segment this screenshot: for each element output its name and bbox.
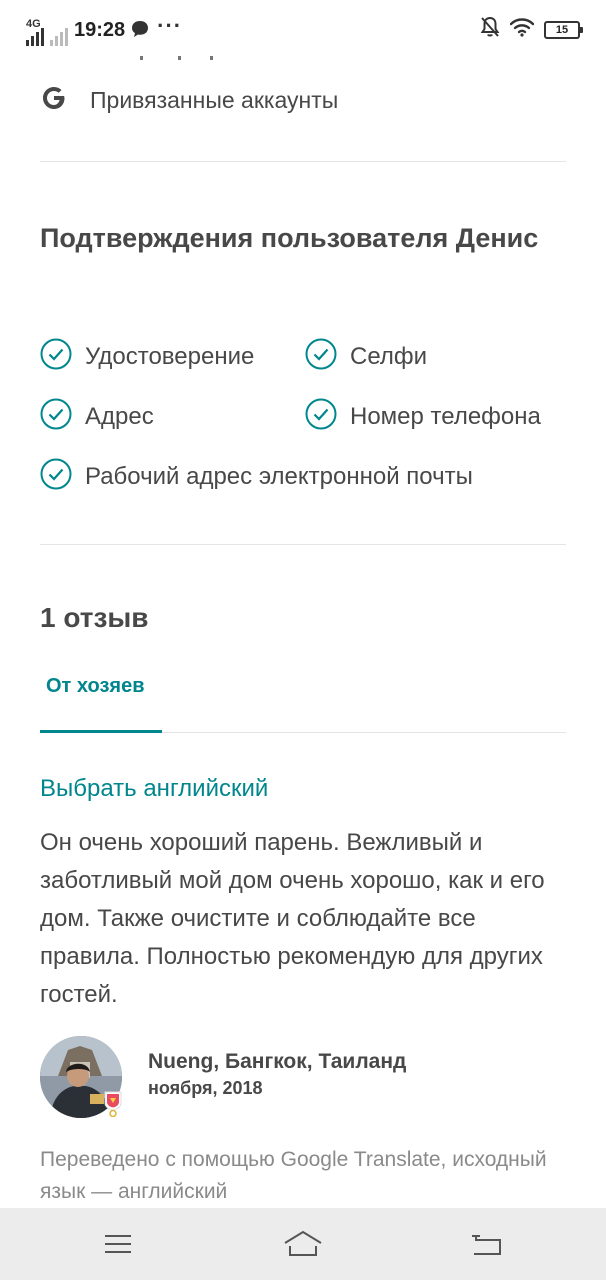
verification-item-address: Адрес <box>40 398 154 435</box>
check-circle-icon <box>305 338 337 375</box>
scrolled-content-edge <box>140 56 240 60</box>
translated-note: Переведено с помощью Google Translate, и… <box>40 1148 547 1203</box>
status-right: 15 <box>480 16 583 43</box>
verification-label: Адрес <box>85 402 154 430</box>
battery-level: 15 <box>555 23 569 36</box>
review-text: Он очень хороший парень. Вежливый и забо… <box>40 829 545 1008</box>
more-notifications-indicator: ··· <box>157 13 183 38</box>
home-icon <box>282 1226 324 1267</box>
reviewer-name: Nueng, Бангкок, Таиланд <box>148 1050 407 1073</box>
menu-button[interactable] <box>100 1226 136 1267</box>
verification-label: Номер телефона <box>350 402 541 430</box>
tab-from-hosts-label: От хозяев <box>46 675 145 697</box>
tab-active-indicator <box>40 730 162 733</box>
google-icon <box>40 84 68 117</box>
navigation-bar <box>0 1208 606 1280</box>
verification-label: Селфи <box>350 342 428 370</box>
message-notification-icon <box>131 20 149 43</box>
clock: 19:28 <box>74 18 126 41</box>
verification-item-id: Удостоверение <box>40 338 254 375</box>
home-button[interactable] <box>282 1226 324 1267</box>
verification-item-selfie: Селфи <box>305 338 427 375</box>
translate-to-english-link[interactable]: Выбрать английский <box>40 775 268 803</box>
reviewer[interactable]: Nueng, Бангкок, Таиланд ноября, 2018 <box>40 1036 406 1118</box>
verification-item-work-email: Рабочий адрес электронной почты <box>40 458 473 495</box>
section-divider <box>40 544 566 545</box>
verification-label: Удостоверение <box>85 342 255 370</box>
verifications-title: Подтверждения пользователя Денис <box>40 223 539 253</box>
signal-strength-secondary-icon <box>50 24 68 46</box>
linked-accounts-label: Привязанные аккаунты <box>90 87 339 113</box>
verification-label: Рабочий адрес электронной почты <box>85 462 473 490</box>
back-icon <box>468 1226 506 1267</box>
reviewer-meta: Nueng, Бангкок, Таиланд ноября, 2018 <box>148 1050 406 1118</box>
section-divider <box>40 161 566 162</box>
bell-off-icon <box>480 16 500 43</box>
check-circle-icon <box>40 458 72 495</box>
back-button[interactable] <box>468 1226 506 1267</box>
status-left: 4G 19:28 ··· <box>26 13 183 46</box>
wifi-icon <box>509 17 535 42</box>
check-circle-icon <box>40 338 72 375</box>
review-date: ноября, 2018 <box>148 1078 263 1098</box>
reviews-count: 1 отзыв <box>40 602 149 633</box>
battery-icon: 15 <box>544 20 583 39</box>
status-bar: 4G 19:28 ··· 15 <box>0 0 606 56</box>
verification-item-phone: Номер телефона <box>305 398 541 435</box>
network-type-label: 4G <box>26 18 41 30</box>
superhost-badge-icon <box>103 1091 123 1118</box>
tab-from-hosts[interactable]: От хозяев <box>40 675 162 733</box>
tab-bar-divider <box>162 732 566 733</box>
menu-icon <box>100 1226 136 1267</box>
linked-accounts-row[interactable]: Привязанные аккаунты <box>40 84 338 117</box>
check-circle-icon <box>40 398 72 435</box>
check-circle-icon <box>305 398 337 435</box>
